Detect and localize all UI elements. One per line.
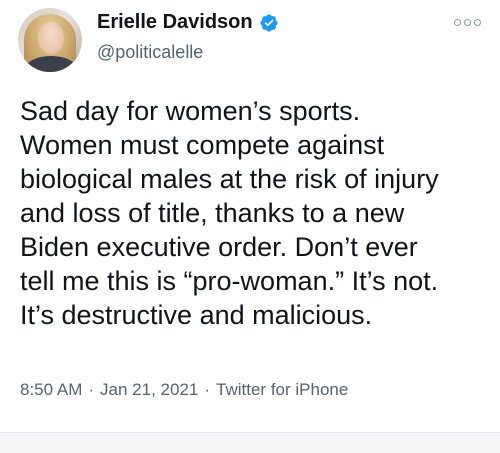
more-dot bbox=[454, 19, 461, 26]
meta-separator: · bbox=[88, 380, 95, 399]
tweet-source[interactable]: Twitter for iPhone bbox=[216, 380, 348, 400]
bottom-band bbox=[0, 433, 500, 453]
author-handle[interactable]: @politicalelle bbox=[97, 42, 203, 63]
author-display-name[interactable]: Erielle Davidson bbox=[97, 11, 253, 34]
tweet-text: Sad day for women’s sports. Women must c… bbox=[20, 96, 439, 330]
tweet-card: Erielle Davidson @politicalelle Sad day … bbox=[0, 0, 500, 430]
avatar[interactable] bbox=[18, 8, 82, 72]
tweet-metadata: 8:50 AM · Jan 21, 2021 · Twitter for iPh… bbox=[20, 380, 348, 400]
verified-badge-icon bbox=[259, 13, 279, 33]
meta-separator: · bbox=[204, 380, 211, 399]
more-dot bbox=[474, 19, 481, 26]
author-name-row: Erielle Davidson bbox=[97, 11, 279, 34]
tweet-date[interactable]: Jan 21, 2021 bbox=[100, 380, 198, 400]
tweet-time[interactable]: 8:50 AM bbox=[20, 380, 82, 400]
more-dot bbox=[464, 19, 471, 26]
more-options-icon[interactable] bbox=[454, 19, 481, 26]
avatar-face bbox=[38, 22, 64, 54]
